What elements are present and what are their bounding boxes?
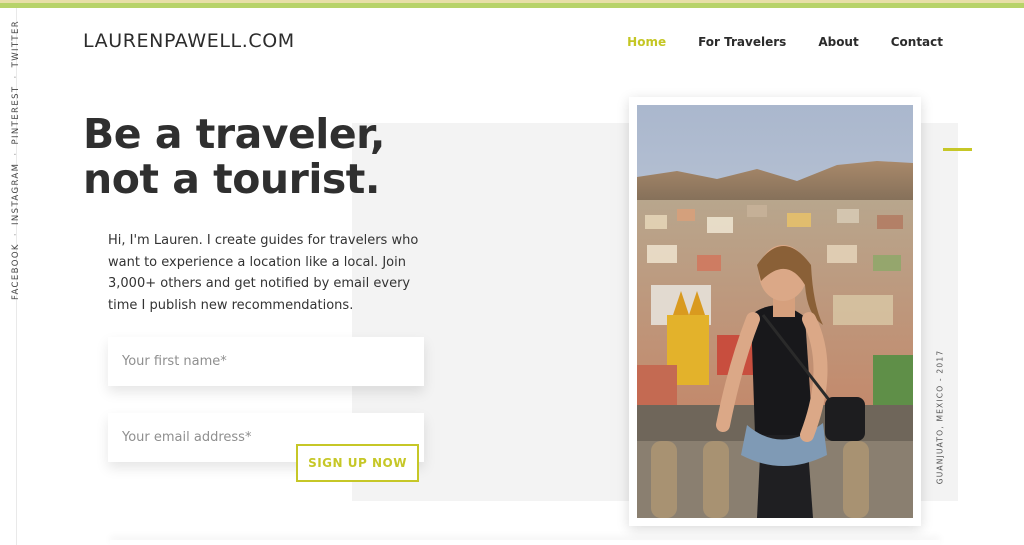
social-links-column: FACEBOOK · INSTAGRAM · PINTEREST · TWITTER <box>0 20 32 300</box>
social-link-instagram[interactable]: INSTAGRAM <box>11 163 21 225</box>
hero-photo <box>637 105 913 518</box>
social-link-twitter[interactable]: TWITTER <box>11 20 21 67</box>
first-name-placeholder: Your first name* <box>122 354 227 369</box>
hero-photo-frame <box>629 97 921 526</box>
headline-line-1: Be a traveler, <box>83 110 385 158</box>
social-link-facebook[interactable]: FACEBOOK <box>11 243 21 300</box>
social-separator: · <box>11 74 21 79</box>
nav-about[interactable]: About <box>818 35 858 49</box>
hero-headline: Be a traveler, not a tourist. <box>83 112 385 202</box>
nav-for-travelers[interactable]: For Travelers <box>698 35 786 49</box>
sign-up-button[interactable]: SIGN UP NOW <box>296 444 419 482</box>
traveler-photo-illustration <box>637 105 913 518</box>
social-separator: · <box>11 232 21 237</box>
first-name-input[interactable]: Your first name* <box>108 337 424 386</box>
top-color-stripe <box>0 0 1024 8</box>
headline-line-2: not a tourist. <box>83 155 380 203</box>
accent-line <box>943 148 972 151</box>
email-placeholder: Your email address* <box>122 430 252 445</box>
section-bottom-shadow <box>110 540 940 545</box>
social-links: FACEBOOK · INSTAGRAM · PINTEREST · TWITTER <box>11 20 21 300</box>
photo-caption: GUANJUATO, MEXICO - 2017 <box>935 349 945 485</box>
social-link-pinterest[interactable]: PINTEREST <box>11 86 21 145</box>
nav-home[interactable]: Home <box>627 35 666 49</box>
nav-contact[interactable]: Contact <box>891 35 943 49</box>
main-nav: Home For Travelers About Contact <box>595 35 943 49</box>
site-logo[interactable]: LAURENPAWELL.COM <box>83 30 295 52</box>
hero-intro-text: Hi, I'm Lauren. I create guides for trav… <box>108 233 419 313</box>
social-separator: · <box>11 151 21 156</box>
